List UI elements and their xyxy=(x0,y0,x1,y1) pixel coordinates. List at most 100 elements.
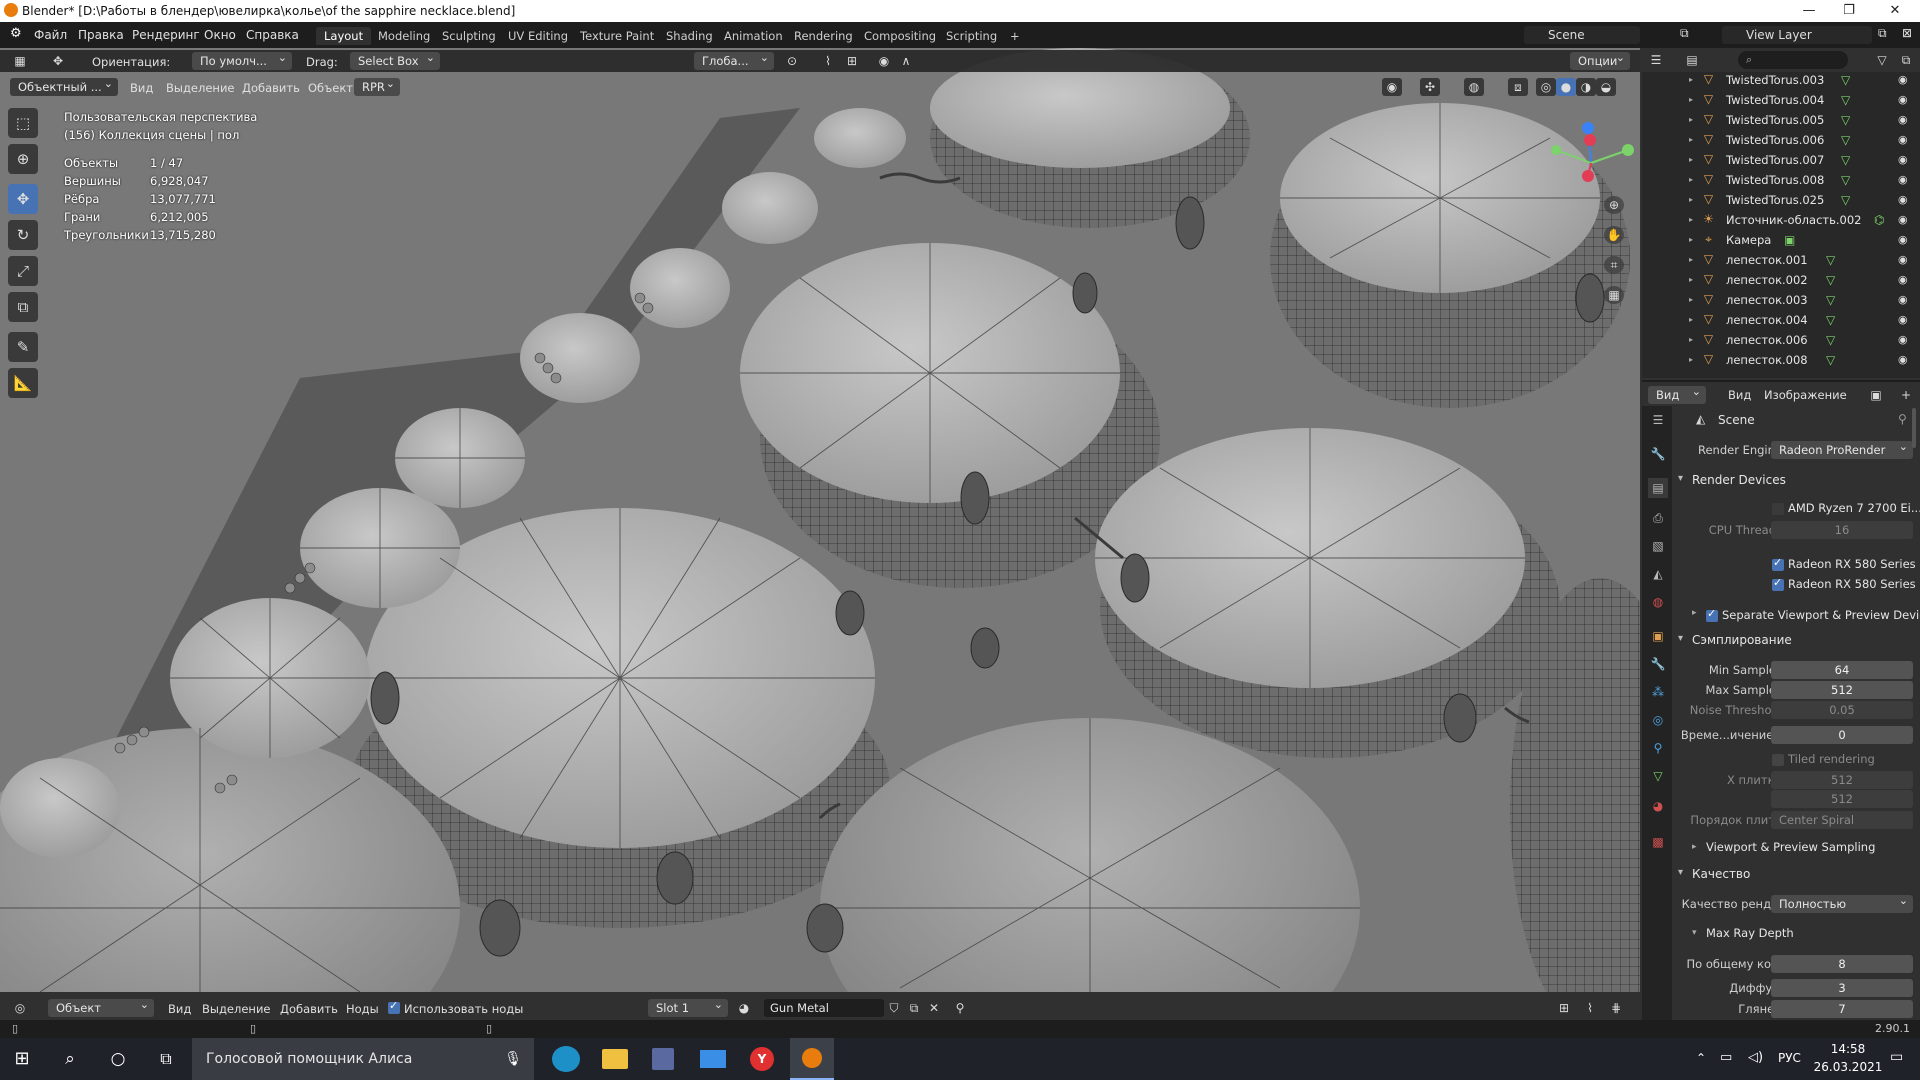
outliner-row[interactable]: ▸ ▽ TwistedTorus.006 ▽ ◉ xyxy=(1642,130,1920,150)
pin-node-tree-icon[interactable]: ⚲ xyxy=(950,999,970,1017)
node-snap-icon[interactable]: ⌇ xyxy=(1580,999,1600,1017)
rotate-tool-icon[interactable]: ↻ xyxy=(8,220,38,250)
min-samples-field[interactable]: 64 xyxy=(1771,661,1913,679)
snap-increment-icon[interactable]: ⊞ xyxy=(842,52,862,70)
outliner-row[interactable]: ▸ ▽ TwistedTorus.005 ▽ ◉ xyxy=(1642,110,1920,130)
properties-editor-icon[interactable]: ☰ xyxy=(1648,410,1668,430)
visibility-eye-icon[interactable]: ◉ xyxy=(1898,110,1908,130)
material-tab-icon[interactable]: ◕ xyxy=(1648,796,1668,816)
image-menu-image[interactable]: Изображение xyxy=(1764,388,1847,402)
properties-scrollbar[interactable] xyxy=(1912,408,1916,448)
edge-browser-icon[interactable] xyxy=(552,1046,580,1072)
visibility-eye-icon[interactable]: ◉ xyxy=(1898,170,1908,190)
keyboard-language[interactable]: РУС xyxy=(1778,1051,1801,1065)
menu-object[interactable]: Объект xyxy=(308,81,353,95)
pin-icon[interactable]: ⚲ xyxy=(1898,412,1907,426)
wireframe-shading-icon[interactable]: ◎ xyxy=(1536,78,1556,96)
tile-y-field[interactable]: 512 xyxy=(1771,790,1913,808)
tab-compositing[interactable]: Compositing xyxy=(856,27,944,45)
gpu2-checkbox[interactable] xyxy=(1772,576,1784,591)
material-name-field[interactable]: Gun Metal xyxy=(764,999,884,1017)
viewport-sampling-expand-icon[interactable]: ▸ xyxy=(1692,842,1697,852)
outliner-row[interactable]: ▸ ▽ лепесток.004 ▽ ◉ xyxy=(1642,310,1920,330)
total-depth-field[interactable]: 8 xyxy=(1771,955,1913,973)
store-icon[interactable] xyxy=(652,1048,674,1070)
visibility-eye-icon[interactable]: ◉ xyxy=(1898,270,1908,290)
particles-tab-icon[interactable]: ⁂ xyxy=(1648,682,1668,702)
visibility-icon[interactable]: ◉ xyxy=(1382,78,1402,96)
visibility-eye-icon[interactable]: ◉ xyxy=(1898,350,1908,370)
image-editor-type-dropdown[interactable]: Вид xyxy=(1648,386,1706,404)
transform-tool-icon[interactable]: ⧉ xyxy=(8,292,38,322)
rendered-shading-icon[interactable]: ◒ xyxy=(1596,78,1616,96)
tile-x-field[interactable]: 512 xyxy=(1771,771,1913,789)
outliner-editor-icon[interactable]: ☰ xyxy=(1646,51,1666,69)
viewport-sampling-panel[interactable]: Viewport & Preview Sampling xyxy=(1706,840,1875,854)
max-ray-depth-expand-icon[interactable]: ▾ xyxy=(1692,928,1697,938)
unlink-material-icon[interactable]: ✕ xyxy=(924,999,944,1017)
tab-layout[interactable]: Layout xyxy=(316,27,372,45)
shader-menu-select[interactable]: Выделение xyxy=(202,1002,271,1016)
gpu1-checkbox[interactable] xyxy=(1772,556,1784,571)
scene-copy-icon[interactable]: ⧉ xyxy=(1680,26,1689,41)
editor-type-icon[interactable]: ▦ xyxy=(10,52,30,70)
diffuse-depth-field[interactable]: 3 xyxy=(1771,979,1913,997)
new-collection-icon[interactable]: ⧉ xyxy=(1896,51,1916,69)
world-tab-icon[interactable]: ◍ xyxy=(1648,592,1668,612)
perspective-toggle-icon[interactable]: ▦ xyxy=(1604,286,1624,304)
mail-icon[interactable] xyxy=(700,1050,726,1068)
outliner-row[interactable]: ▸ ⌖ Камера ▣ ◉ xyxy=(1642,230,1920,250)
render-tab-icon[interactable]: ▤ xyxy=(1648,478,1668,498)
tab-shading[interactable]: Shading xyxy=(658,27,721,45)
new-image-icon[interactable]: + xyxy=(1896,386,1916,404)
shader-menu-node[interactable]: Ноды xyxy=(346,1002,379,1016)
node-parent-icon[interactable]: ⊞ xyxy=(1554,999,1574,1017)
tab-modeling[interactable]: Modeling xyxy=(370,27,438,45)
transform-move-icon[interactable]: ✥ xyxy=(48,52,68,70)
shader-mode-dropdown[interactable]: Объект xyxy=(48,999,154,1017)
texture-tab-icon[interactable]: ▩ xyxy=(1648,832,1668,852)
view-layer-copy-icon[interactable]: ⧉ xyxy=(1878,26,1887,41)
clock-date[interactable]: 26.03.2021 xyxy=(1810,1060,1886,1074)
outliner-row[interactable]: ▸ ▽ TwistedTorus.003 ▽ ◉ xyxy=(1642,70,1920,90)
quality-panel[interactable]: Качество xyxy=(1678,867,1750,881)
rpr-menu[interactable]: RPR xyxy=(354,78,400,96)
noise-threshold-field[interactable]: 0.05 xyxy=(1771,701,1913,719)
visibility-eye-icon[interactable]: ◉ xyxy=(1898,290,1908,310)
outliner-row[interactable]: ▸ ▽ лепесток.003 ▽ ◉ xyxy=(1642,290,1920,310)
render-devices-panel[interactable]: Render Devices xyxy=(1678,473,1786,487)
object-tab-icon[interactable]: ▣ xyxy=(1648,626,1668,646)
gizmo-icon[interactable]: ✣ xyxy=(1420,78,1440,96)
data-tab-icon[interactable]: ▽ xyxy=(1648,766,1668,786)
constraint-tab-icon[interactable]: ⚲ xyxy=(1648,738,1668,758)
outliner-row[interactable]: ▸ ▽ TwistedTorus.008 ▽ ◉ xyxy=(1642,170,1920,190)
menu-edit[interactable]: Правка xyxy=(78,28,124,42)
view-layer-tab-icon[interactable]: ▧ xyxy=(1648,536,1668,556)
modifier-tab-icon[interactable]: 🔧 xyxy=(1648,654,1668,674)
file-explorer-icon[interactable] xyxy=(602,1049,628,1069)
overlay-icon[interactable]: ◍ xyxy=(1464,78,1484,96)
tab-rendering[interactable]: Rendering xyxy=(786,27,861,45)
image-menu-view[interactable]: Вид xyxy=(1728,388,1751,402)
yandex-browser-icon[interactable]: Y xyxy=(750,1047,774,1071)
drag-dropdown[interactable]: Select Box xyxy=(350,52,440,70)
render-quality-dropdown[interactable]: Полностью xyxy=(1771,895,1913,913)
annotate-tool-icon[interactable]: ✎ xyxy=(8,332,38,362)
filter-icon[interactable]: ▽ xyxy=(1872,51,1892,69)
fake-user-icon[interactable]: ⛉ xyxy=(884,999,904,1017)
pivot-icon[interactable]: ⊙ xyxy=(782,52,802,70)
blender-menu-icon[interactable]: ⚙ xyxy=(10,26,22,41)
options-dropdown[interactable]: Опции xyxy=(1570,52,1630,70)
close-button[interactable]: ✕ xyxy=(1872,0,1918,22)
tray-chevron-icon[interactable]: ⌃ xyxy=(1696,1051,1706,1065)
3d-viewport[interactable]: ▦ ✥ Ориентация: По умолч... Drag: Select… xyxy=(0,48,1640,992)
navigation-gizmo[interactable] xyxy=(1546,118,1636,208)
add-workspace-button[interactable]: + xyxy=(1002,27,1028,45)
visibility-eye-icon[interactable]: ◉ xyxy=(1898,90,1908,110)
sampling-panel[interactable]: Сэмплирование xyxy=(1678,633,1792,647)
outliner-row[interactable]: ▸ ▽ TwistedTorus.025 ▽ ◉ xyxy=(1642,190,1920,210)
tiled-rendering-checkbox[interactable] xyxy=(1772,754,1784,766)
outliner-row[interactable]: ▸ ▽ лепесток.006 ▽ ◉ xyxy=(1642,330,1920,350)
camera-view-icon[interactable]: ⌗ xyxy=(1604,256,1624,274)
visibility-eye-icon[interactable]: ◉ xyxy=(1898,310,1908,330)
